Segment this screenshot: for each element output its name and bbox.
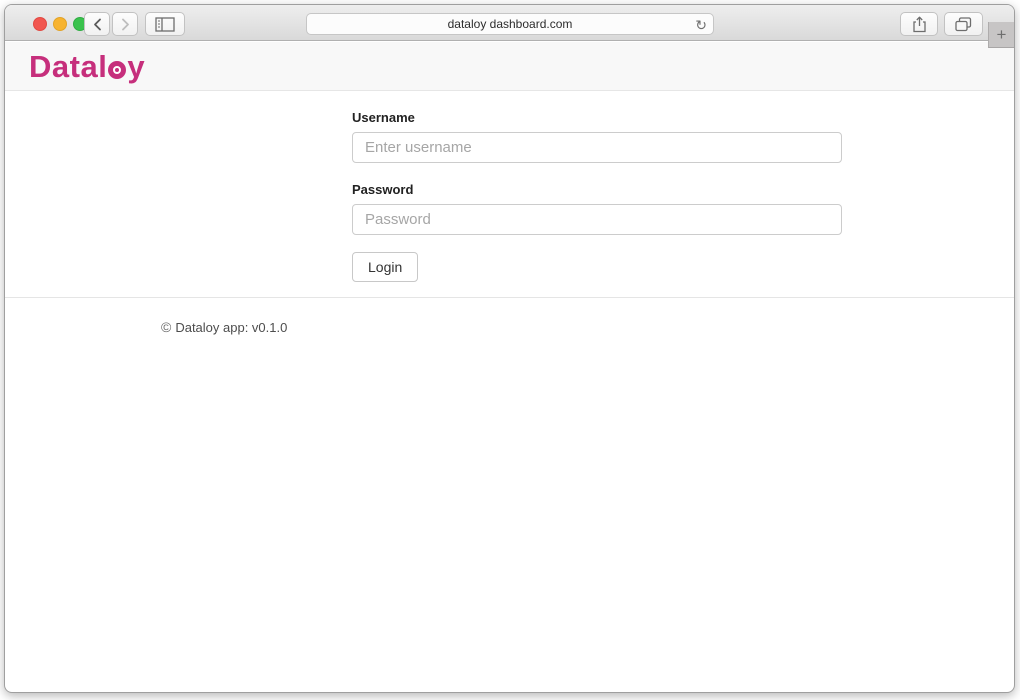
browser-window: dataloy dashboard.com ↻ + — [4, 4, 1015, 693]
share-button[interactable] — [900, 12, 938, 36]
login-button[interactable]: Login — [352, 252, 418, 282]
dataloy-logo: Dataly — [29, 49, 145, 85]
copyright-icon: © — [161, 319, 171, 335]
username-label: Username — [352, 110, 842, 125]
password-label: Password — [352, 182, 842, 197]
page-header: Dataly — [5, 42, 1014, 91]
close-window-button[interactable] — [33, 17, 47, 31]
logo-text-prefix: Datal — [29, 49, 107, 85]
minimize-window-button[interactable] — [53, 17, 67, 31]
password-input[interactable] — [352, 204, 842, 235]
chevron-right-icon — [121, 18, 130, 31]
logo-text-suffix: y — [127, 49, 145, 85]
login-form: Username Password Login — [352, 91, 842, 282]
forward-button[interactable] — [112, 12, 138, 36]
app-version-text: Dataloy app: v0.1.0 — [175, 320, 287, 335]
reload-icon[interactable]: ↻ — [695, 15, 707, 35]
show-tabs-button[interactable] — [944, 12, 983, 36]
logo-o-icon — [108, 61, 126, 79]
sidebar-toggle-button[interactable] — [145, 12, 185, 36]
sidebar-icon — [155, 17, 175, 32]
username-input[interactable] — [352, 132, 842, 163]
back-button[interactable] — [84, 12, 110, 36]
browser-toolbar: dataloy dashboard.com ↻ + — [5, 5, 1014, 41]
chevron-left-icon — [93, 18, 102, 31]
address-bar[interactable]: dataloy dashboard.com ↻ — [306, 13, 714, 35]
page-footer: © Dataloy app: v0.1.0 — [5, 297, 1014, 335]
plus-icon: + — [997, 25, 1007, 45]
address-bar-url: dataloy dashboard.com — [448, 17, 573, 31]
share-icon — [912, 16, 927, 33]
tabs-overview-icon — [955, 17, 972, 32]
new-tab-button[interactable]: + — [988, 22, 1014, 48]
